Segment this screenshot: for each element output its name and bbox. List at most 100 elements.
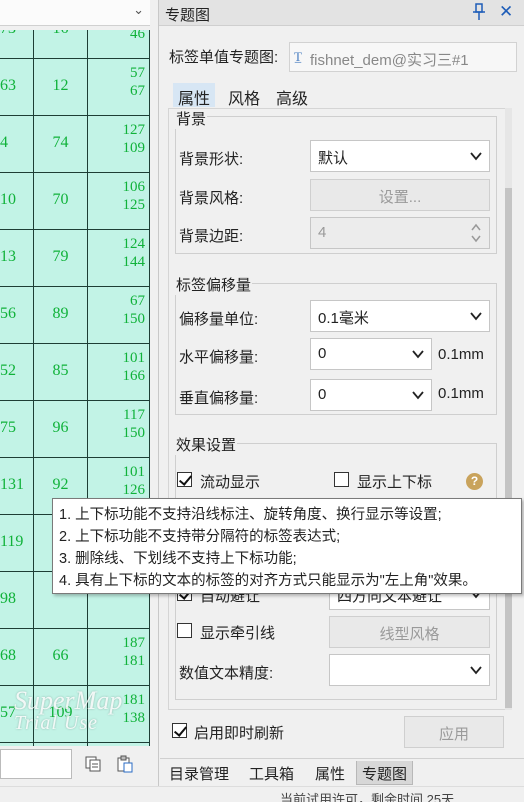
v-offset-select[interactable]: 0 (310, 379, 432, 411)
show-supsub-label: 显示上下标 (357, 474, 433, 491)
grid-cell: 13 (0, 230, 34, 287)
leader-style-button[interactable]: 线型风格 (329, 616, 490, 648)
grid-cell: 96 (34, 401, 88, 458)
cell-superscript: 101 (122, 350, 146, 366)
grid-cell: 75 (0, 401, 34, 458)
bottom-tab-bar: 目录管理 工具箱 属性 专题图 (160, 758, 524, 786)
show-leader-label: 显示牵引线 (200, 625, 276, 642)
app-window: ⌄ 73167466312576747412710910701061251379… (0, 0, 524, 802)
precision-label: 数值文本精度: (179, 665, 274, 682)
help-icon[interactable]: ? (466, 473, 483, 490)
tab-attributes[interactable]: 属性 (310, 761, 350, 785)
cell-superscript: 106 (122, 179, 146, 195)
precision-select[interactable] (329, 654, 490, 686)
flow-display-label: 流动显示 (200, 474, 261, 491)
cell-subscript: 125 (122, 197, 146, 213)
chevron-down-icon (470, 152, 482, 161)
spinner-arrows-icon[interactable] (469, 221, 483, 245)
h-offset-select[interactable]: 0 (310, 338, 432, 370)
bg-style-label: 背景风格: (179, 190, 244, 207)
cell-value: 66 (52, 647, 69, 664)
chevron-down-icon[interactable]: ⌄ (133, 2, 144, 18)
v-offset-label: 垂直偏移量: (179, 390, 259, 407)
cell-subscript: 109 (122, 140, 146, 156)
grid-cell: 124 144 (88, 230, 150, 287)
tab-thematic-map[interactable]: 专题图 (356, 761, 414, 785)
paste-icon[interactable] (116, 755, 134, 773)
tab-advanced[interactable]: 高级 (271, 83, 313, 108)
cell-superscript: 117 (123, 407, 145, 423)
properties-scrollbar[interactable] (505, 108, 512, 710)
apply-button[interactable]: 应用 (404, 716, 504, 748)
background-group-title: 背景 (175, 109, 208, 129)
map-toolbar: ⌄ (0, 0, 150, 26)
grid-cell: 106 125 (88, 173, 150, 230)
bg-shape-select[interactable]: 默认 (310, 140, 490, 172)
cell-value: 75 (0, 419, 16, 436)
license-status: 当前试用许可，剩余时间 25天 (280, 792, 455, 802)
tab-catalog[interactable]: 目录管理 (164, 761, 234, 785)
cell-value: 131 (0, 476, 24, 493)
grid-cell: 70 (34, 173, 88, 230)
chevron-down-icon (470, 312, 482, 321)
grid-cell: 98 (0, 572, 34, 629)
h-offset-value: 0 (318, 345, 327, 362)
close-icon[interactable]: ✕ (499, 2, 513, 22)
cell-value: 70 (52, 191, 69, 208)
cell-subscript: 150 (122, 311, 146, 327)
map-canvas[interactable]: 7316746631257674741271091070106125137912… (0, 30, 150, 746)
cell-superscript: 101 (122, 464, 146, 480)
tab-style[interactable]: 风格 (223, 83, 265, 108)
properties-scroll-area[interactable]: 背景 背景形状: 默认 背景风格: 设置... 背景边距: 4 标签偏移量 偏移… (168, 108, 512, 710)
grid-cell: 73 (0, 30, 34, 59)
map-scale-input[interactable] (0, 749, 72, 779)
offset-unit-select[interactable]: 0.1毫米 (310, 300, 490, 332)
tab-properties[interactable]: 属性 (173, 83, 216, 108)
copy-icon[interactable] (84, 755, 102, 773)
grid-cell: 79 (34, 230, 88, 287)
grid-cell: 101 166 (88, 344, 150, 401)
bg-shape-value: 默认 (318, 150, 349, 167)
scrollbar-thumb[interactable] (505, 188, 512, 708)
chevron-down-icon (412, 391, 424, 400)
grid-cell: 66 (34, 629, 88, 686)
layer-field: T̲ fishnet_dem@实习三#1 (289, 42, 517, 72)
flow-display-checkbox[interactable] (177, 472, 192, 487)
grid-cell: 746 (88, 30, 150, 59)
auto-refresh-checkbox[interactable] (172, 723, 187, 738)
cell-subscript: 166 (122, 368, 146, 384)
cell-value: 119 (0, 533, 24, 550)
grid-cell: 56 (0, 287, 34, 344)
grid-cell: 89 (34, 287, 88, 344)
watermark-line-2: Trial Use (14, 712, 99, 734)
grid-cell: 127 109 (88, 116, 150, 173)
cell-value: 13 (0, 248, 16, 265)
show-leader-checkbox[interactable] (177, 623, 192, 638)
cell-value: 98 (0, 590, 16, 607)
cell-superscript: 181 (122, 692, 146, 708)
tooltip-line-3: 3. 删除线、下划线不支持上下标功能; (59, 551, 297, 567)
grid-cell: 67 150 (88, 287, 150, 344)
v-offset-unit: 0.1mm (438, 385, 484, 402)
auto-refresh-label: 启用即时刷新 (194, 725, 285, 742)
text-layer-icon: T̲ (294, 49, 302, 64)
watermark-line-1: SuperMap (14, 686, 123, 715)
watermark: SuperMap Trial Use (14, 686, 123, 735)
pin-icon[interactable] (471, 3, 487, 21)
cell-value: 4 (0, 134, 8, 151)
show-supsub-checkbox[interactable] (334, 472, 349, 487)
offset-unit-value: 0.1毫米 (318, 310, 369, 327)
cell-subscript: 144 (122, 254, 146, 270)
v-offset-value: 0 (318, 386, 327, 403)
cell-subscript: 138 (122, 710, 146, 726)
bg-margin-spinner[interactable]: 4 (310, 217, 490, 249)
cell-subscript: 46 (130, 30, 145, 42)
tooltip-line-4: 4. 具有上下标的文本的标签的对齐方式只能显示为"左上角"效果。 (59, 573, 477, 589)
grid-cell: 16 (34, 30, 88, 59)
cell-value: 56 (0, 305, 16, 322)
cell-value: 89 (52, 305, 69, 322)
tab-toolbox[interactable]: 工具箱 (244, 761, 299, 785)
map-view[interactable]: ⌄ 73167466312576747412710910701061251379… (0, 0, 158, 802)
layer-value: fishnet_dem@实习三#1 (310, 52, 469, 69)
bg-style-button[interactable]: 设置... (310, 179, 490, 211)
